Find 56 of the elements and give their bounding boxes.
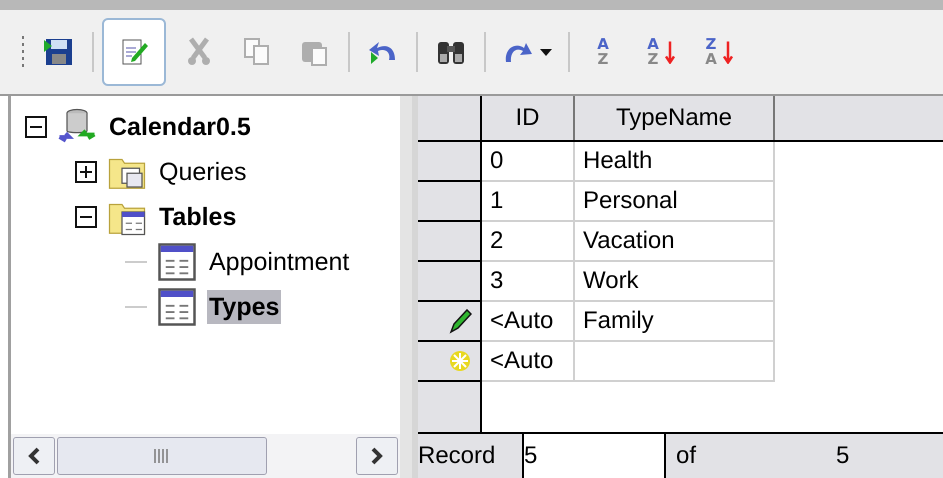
column-header[interactable]: TypeName <box>575 96 775 140</box>
sort-letter: Z <box>648 52 658 67</box>
toolbar-grip-icon <box>20 35 26 69</box>
toolbar-button[interactable]: A Z <box>578 18 628 86</box>
down-arrow-icon <box>722 40 733 64</box>
row-indicator[interactable] <box>418 222 482 262</box>
row-indicator[interactable] <box>418 302 482 342</box>
toolbar-button[interactable]: A Z <box>636 18 686 86</box>
expand-icon[interactable] <box>75 160 97 182</box>
scroll-left-button[interactable] <box>13 437 55 475</box>
table-cell: Family <box>575 302 775 342</box>
collapse-icon[interactable] <box>25 116 47 138</box>
table-cell: 0 <box>482 142 575 182</box>
table-cell: Health <box>575 142 775 182</box>
tree-item[interactable]: Queries <box>157 154 249 188</box>
horizontal-scrollbar[interactable] <box>11 434 400 478</box>
toolbar-button[interactable]: Z A <box>694 18 744 86</box>
chevron-right-icon <box>370 447 384 465</box>
collapse-icon[interactable] <box>75 206 97 228</box>
table-icon <box>157 242 197 282</box>
dropdown-caret-icon <box>540 48 552 56</box>
tree-item[interactable]: Tables <box>157 200 238 234</box>
table-icon <box>157 286 197 326</box>
toolbar-button[interactable] <box>102 18 166 86</box>
table-cell: 2 <box>482 222 575 262</box>
pencil-icon <box>448 308 472 334</box>
table-cell: Work <box>575 262 775 302</box>
tree-item[interactable]: Calendar0.5 <box>107 110 253 144</box>
sort-letter: A <box>647 37 659 52</box>
sort-letter: Z <box>706 37 716 52</box>
scroll-thumb[interactable] <box>57 437 267 475</box>
grip-icon <box>153 449 171 463</box>
record-number-field[interactable]: 5 <box>524 434 666 478</box>
table-cell: <Auto <box>482 302 575 342</box>
sort-letter: A <box>705 52 717 67</box>
row-indicator[interactable] <box>418 142 482 182</box>
chevron-left-icon <box>27 447 41 465</box>
of-label: of <box>675 441 698 471</box>
table-cell: Vacation <box>575 222 775 262</box>
down-arrow-icon <box>664 40 675 64</box>
table-cell: 1 <box>482 182 575 222</box>
table-cell: <Auto <box>482 342 575 382</box>
row-indicator[interactable] <box>418 342 482 382</box>
asterisk-icon <box>448 349 472 373</box>
table-cell: Personal <box>575 182 775 222</box>
column-header[interactable]: ID <box>482 96 575 140</box>
tree-item[interactable]: Appointment <box>207 244 352 278</box>
table-cell: 3 <box>482 262 575 302</box>
scroll-right-button[interactable] <box>356 437 398 475</box>
sort-letter: A <box>597 37 609 52</box>
row-indicator[interactable] <box>418 262 482 302</box>
record-total: 5 <box>836 441 850 471</box>
save-icon <box>43 36 75 68</box>
sort-letter: Z <box>598 52 608 67</box>
row-indicator[interactable] <box>418 182 482 222</box>
tree-item[interactable]: Types <box>207 290 282 324</box>
